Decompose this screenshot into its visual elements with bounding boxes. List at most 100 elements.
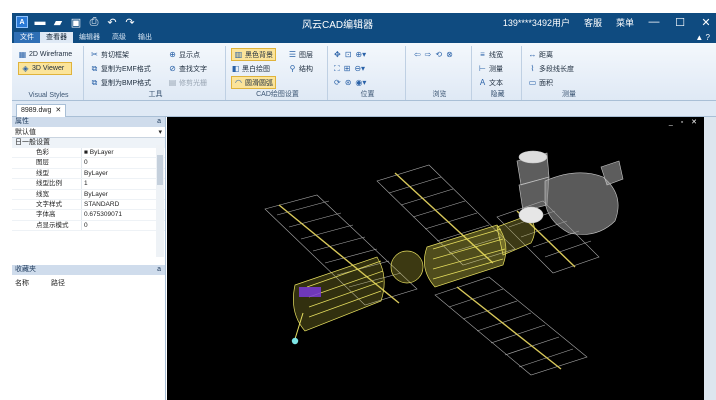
canvas-scrollbar[interactable] <box>704 117 716 400</box>
favorites-columns: 名称 路径 <box>12 275 165 291</box>
text-icon: A <box>479 78 486 87</box>
show-points-button[interactable]: ⊕ 显示点 <box>168 48 207 61</box>
layers-button[interactable]: ☰ 图层 <box>288 48 313 61</box>
forward-arrow-icon[interactable]: ⇨ <box>425 50 432 59</box>
menu-button[interactable]: 菜单 <box>616 16 634 29</box>
redo-icon[interactable]: ↷ <box>124 16 136 29</box>
title-bar: A ▬ ▰ ▣ ⎙ ↶ ↷ 风云CAD编辑器 139****3492用户 客服 … <box>12 13 716 31</box>
trim-raster-button[interactable]: ▤ 修剪光栅 <box>168 76 207 89</box>
property-row[interactable]: 线型 ByLayer <box>12 168 165 180</box>
extents-icon[interactable]: ⊞ <box>344 64 351 73</box>
properties-header: 属性 a <box>12 117 165 127</box>
property-grid: 色彩 ■ ByLayer 图层 0 线型 ByLayer 线型比例 1 线宽 ByLaye… <box>12 148 165 232</box>
open-icon[interactable]: ▰ <box>52 16 64 29</box>
wireframe-icon: ▦ <box>18 50 27 59</box>
text-toggle-button[interactable]: A 文本 <box>478 76 503 89</box>
document-tab[interactable]: 8989.dwg ✕ <box>16 104 67 117</box>
quick-access-toolbar: A ▬ ▰ ▣ ⎙ ↶ ↷ <box>12 16 136 29</box>
wireframe-2d-button[interactable]: ▦ 2D Wireframe <box>18 48 72 61</box>
undo-icon[interactable]: ↶ <box>106 16 118 29</box>
new-icon[interactable]: ▬ <box>34 16 46 28</box>
scrollbar-thumb[interactable] <box>157 155 163 185</box>
tab-viewer[interactable]: 查看器 <box>40 32 73 43</box>
polyline-icon: ⌇ <box>530 64 535 73</box>
document-tab-label: 8989.dwg <box>21 107 52 114</box>
arc-icon: ◠ <box>235 78 242 87</box>
properties-dropdown[interactable]: 默认值 ▾ <box>12 127 165 138</box>
pin-icon[interactable]: a <box>157 265 161 275</box>
smooth-arcs-button[interactable]: ◠ 圆滑圆弧 <box>231 76 276 89</box>
tab-file[interactable]: 文件 <box>14 32 40 43</box>
copy-emf-button[interactable]: ⧉ 复制为EMF格式 <box>90 62 151 75</box>
tab-editor[interactable]: 编辑器 <box>73 32 106 43</box>
property-row[interactable]: 线宽 ByLayer <box>12 189 165 200</box>
bw-drawing-button[interactable]: ◧ 黑白绘图 <box>231 62 276 75</box>
properties-scrollbar[interactable] <box>156 145 164 257</box>
properties-panel: 属性 a 默认值 ▾ 日一般设置 色彩 ■ ByLayer 图层 0 线型 ByLay… <box>12 117 166 400</box>
polyline-length-button[interactable]: ⌇ 多段线长度 <box>528 62 574 75</box>
viewer-3d-button[interactable]: ◈ 3D Viewer <box>18 62 73 75</box>
fit-icon[interactable]: ⛶ <box>334 64 340 74</box>
line-width-button[interactable]: ≡ 线宽 <box>478 48 503 61</box>
distance-button[interactable]: ↔ 距离 <box>528 48 574 61</box>
user-account[interactable]: 139****3492用户 <box>503 16 570 29</box>
copy-image-icon: ⧉ <box>91 77 98 87</box>
property-row[interactable]: 点显示模式 0 <box>12 220 165 232</box>
pan-icon[interactable]: ✥ <box>334 50 341 59</box>
rotate-icon[interactable]: ⟳ <box>334 78 341 87</box>
group-cad-settings: ▥ 黑色背景 ◧ 黑白绘图 ◠ 圆滑圆弧 ☰ 图层 ⚲ 结构 CAD绘图设置 <box>228 46 328 100</box>
ribbon-collapse-help[interactable]: ▲ ? <box>695 32 716 43</box>
view-icon[interactable]: ◉▾ <box>355 78 366 87</box>
service-button[interactable]: 客服 <box>584 16 602 29</box>
copy-icon: ⧉ <box>91 63 98 73</box>
zoom-in-icon[interactable]: ⊕▾ <box>355 50 366 59</box>
pin-icon[interactable]: a <box>157 117 161 127</box>
property-row[interactable]: 字体高 0.675309071 <box>12 210 165 221</box>
group-browse: ⇦ ⇨ ⟲ ⊗ 浏览 <box>408 46 472 100</box>
drawing-canvas[interactable]: _ ▫ ✕ <box>167 117 704 400</box>
tab-output[interactable]: 输出 <box>132 32 158 43</box>
distance-icon: ↔ <box>528 50 537 59</box>
orbit-icon[interactable]: ⊛ <box>345 78 352 87</box>
find-icon: ⊘ <box>169 64 176 73</box>
area-button[interactable]: ▭ 面积 <box>528 76 574 89</box>
bw-icon: ◧ <box>231 64 240 73</box>
close-button[interactable]: ✕ <box>700 16 712 29</box>
document-close-icon[interactable]: ✕ <box>55 105 61 117</box>
group-label-cad-settings: CAD绘图设置 <box>256 91 299 98</box>
property-row[interactable]: 文字样式 STANDARD <box>12 199 165 211</box>
back-arrow-icon[interactable]: ⇦ <box>414 50 421 59</box>
minimize-button[interactable]: — <box>648 16 660 28</box>
group-label-position: 位置 <box>360 91 375 98</box>
save-icon[interactable]: ▣ <box>70 16 82 29</box>
column-header-path[interactable]: 路径 <box>51 278 65 288</box>
column-header-name[interactable]: 名称 <box>15 278 29 288</box>
reload-icon[interactable]: ⟲ <box>435 50 442 59</box>
property-row[interactable]: 色彩 ■ ByLayer <box>12 148 165 159</box>
copy-bmp-button[interactable]: ⧉ 复制为BMP格式 <box>90 76 152 89</box>
group-hidden: ≡ 线宽 ⊢ 测量 A 文本 隐藏 <box>474 46 522 100</box>
group-tools: ✂ 剪切框架 ⧉ 复制为EMF格式 ⧉ 复制为BMP格式 ⊕ 显示点 ⊘ 查找文字 ▤ 修剪… <box>86 46 226 100</box>
group-label-measure: 测量 <box>562 91 576 98</box>
measure-toggle-button[interactable]: ⊢ 测量 <box>478 62 503 75</box>
find-text-button[interactable]: ⊘ 查找文字 <box>168 62 207 75</box>
black-background-button[interactable]: ▥ 黑色背景 <box>231 48 276 61</box>
scissors-icon: ✂ <box>91 50 98 59</box>
maximize-button[interactable]: ☐ <box>674 16 686 29</box>
group-measure: ↔ 距离 ⌇ 多段线长度 ▭ 面积 测量 <box>524 46 614 100</box>
property-category[interactable]: 日一般设置 <box>12 138 165 148</box>
tab-advanced[interactable]: 高级 <box>106 32 132 43</box>
zoom-window-icon[interactable]: ⊡ <box>345 50 352 59</box>
document-tab-bar: 8989.dwg ✕ <box>12 101 716 117</box>
ribbon: ▦ 2D Wireframe ◈ 3D Viewer Visual Styles ✂… <box>12 43 716 101</box>
property-row[interactable]: 图层 0 <box>12 158 165 169</box>
property-row[interactable]: 线型比例 1 <box>12 179 165 190</box>
structure-button[interactable]: ⚲ 结构 <box>288 62 313 75</box>
canvas-window-controls[interactable]: _ ▫ ✕ <box>669 118 700 126</box>
stop-icon[interactable]: ⊗ <box>446 50 453 59</box>
app-logo-icon: A <box>16 16 28 28</box>
print-icon[interactable]: ⎙ <box>88 16 100 28</box>
clip-frame-button[interactable]: ✂ 剪切框架 <box>90 48 151 61</box>
zoom-out-icon[interactable]: ⊖▾ <box>354 64 365 73</box>
group-label-visual-styles: Visual Styles <box>28 92 69 99</box>
